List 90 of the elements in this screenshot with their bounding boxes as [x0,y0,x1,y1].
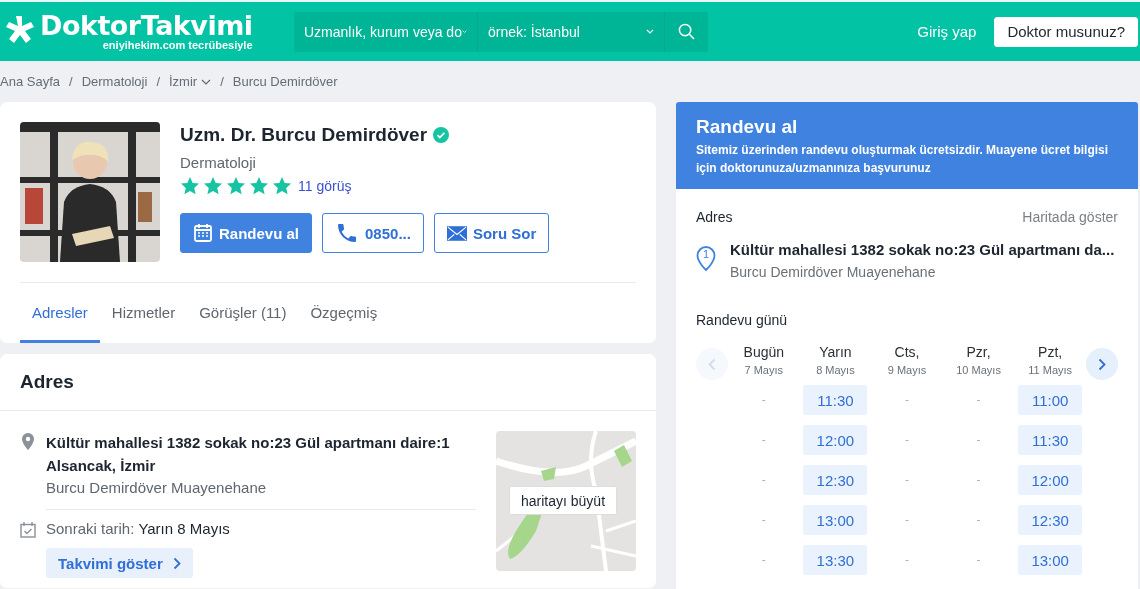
booking-note: Sitemiz üzerinden randevu oluşturmak ücretsizdir. Muayene ücret bilgisi için doktorunuza/uzmanınıza başvurunuz [696,142,1110,177]
chevron-right-icon [1097,357,1106,371]
address-text: Kültür mahallesi 1382 sokak no:23 Gül apartmanı da... [730,241,1115,258]
show-map-link[interactable]: Haritada göster [1022,209,1118,225]
profile-tab[interactable]: Adresler [20,285,100,343]
clinic-name: Burcu Demirdöver Muayenehane [46,478,268,498]
empty-slot: - [976,465,981,495]
city-field[interactable]: örnek: İstanbul [488,23,638,40]
empty-slot: - [761,505,766,535]
time-slot[interactable]: 11:00 [1018,385,1083,415]
time-slot[interactable]: 12:00 [803,425,868,455]
star-icon [180,176,200,196]
day-name: Bugün [743,344,785,360]
empty-slot: - [976,545,981,575]
time-slot[interactable]: 11:30 [1018,425,1083,455]
empty-slot: - [976,425,981,455]
chevron-right-icon [172,556,181,570]
empty-slot: - [976,505,981,535]
day-name: Yarın [819,344,852,360]
day-name: Pzt, [1038,344,1063,360]
calendar-icon [193,223,213,243]
phone-button[interactable]: 0850... [322,213,424,253]
next-button[interactable] [1085,348,1118,380]
star-icon [249,176,269,196]
day-name: Cts, [894,344,920,360]
login-link[interactable]: Giriş yap [917,23,977,40]
breadcrumb-link[interactable]: Dermatoloji [81,74,148,89]
profile-tab[interactable]: Hizmetler [99,285,188,343]
caret-icon [646,29,654,34]
star-icon [272,176,292,196]
time-slot[interactable]: 11:30 [803,385,868,415]
reviews-link[interactable]: 11 görüş [298,178,352,194]
empty-slot: - [761,465,766,495]
day-date: 7 Mayıs [744,364,784,376]
next-date-label: Sonraki tarih: [46,520,135,537]
empty-slot: - [905,425,909,455]
empty-slot: - [761,425,766,455]
show-calendar-button[interactable]: Takvimi göster [46,548,193,578]
chevron-left-icon [708,357,716,371]
star-icon [203,176,223,196]
empty-slot: - [761,545,766,575]
time-slot[interactable]: 12:30 [1018,505,1083,535]
day-date: 11 Mayıs [1028,364,1073,376]
empty-slot: - [905,465,909,495]
doctor-name: Uzm. Dr. Burcu Demirdöver [180,124,428,146]
search-icon [678,23,695,40]
time-slot[interactable]: 13:00 [1018,545,1083,575]
location-pin-icon [20,433,36,450]
clinic-name: Burcu Demirdöver Muayenehane [730,264,937,280]
appointment-day-label: Randevu günü [696,312,789,328]
time-slot[interactable]: 13:30 [803,545,868,575]
breadcrumb-separator: / [156,74,160,89]
empty-slot: - [905,385,909,415]
profile-tab[interactable]: Özgeçmiş [298,285,390,343]
breadcrumb-link[interactable]: İzmir [169,74,212,89]
next-date-value: Yarın 8 Mayıs [138,520,230,537]
numbered-pin-icon: 1 [696,246,716,272]
address-text: Kültür mahallesi 1382 sokak no:23 Gül apartmanı daire:1 [46,433,450,453]
envelope-icon [446,225,467,241]
book-button[interactable]: Randevu al [180,213,313,253]
time-slot[interactable]: 12:30 [803,465,868,495]
profile-tab[interactable]: Görüşler (11) [187,285,299,343]
logo-tagline: eniyihekim.com tecrübesiyle [102,39,253,51]
calendar-check-icon [20,522,36,538]
time-slot[interactable]: 12:00 [1018,465,1083,495]
time-slot[interactable]: 13:00 [803,505,868,535]
section-title: Adres [0,354,656,411]
specialty-select[interactable]: Uzmanlık, kurum veya do [294,11,478,52]
day-date: 9 Mayıs [887,364,927,376]
empty-slot: - [905,505,909,535]
message-button[interactable]: Soru Sor [433,213,550,253]
booking-title: Randevu al [696,116,799,138]
breadcrumb-separator: / [69,74,73,89]
specialty-text: Dermatoloji [180,154,257,171]
caret-icon [461,29,467,34]
day-date: 8 Mayıs [816,364,855,376]
doctor-button[interactable]: Doktor musunuz? [994,16,1138,47]
breadcrumb-separator: / [220,74,224,89]
address-text: Alsancak, İzmir [46,456,157,476]
logo-text[interactable]: DoktorTakvimi [40,12,253,40]
star-icon [226,176,246,196]
day-date: 10 Mayıs [956,364,1001,376]
breadcrumb-link[interactable]: Ana Sayfa [0,74,60,89]
empty-slot: - [976,385,981,415]
empty-slot: - [905,545,909,575]
address-label: Adres [696,209,733,225]
empty-slot: - [761,385,766,415]
day-name: Pzr, [966,344,991,360]
breadcrumb-link[interactable]: Burcu Demirdöver [232,74,338,89]
enlarge-map-button[interactable]: haritayı büyüt [509,486,618,515]
